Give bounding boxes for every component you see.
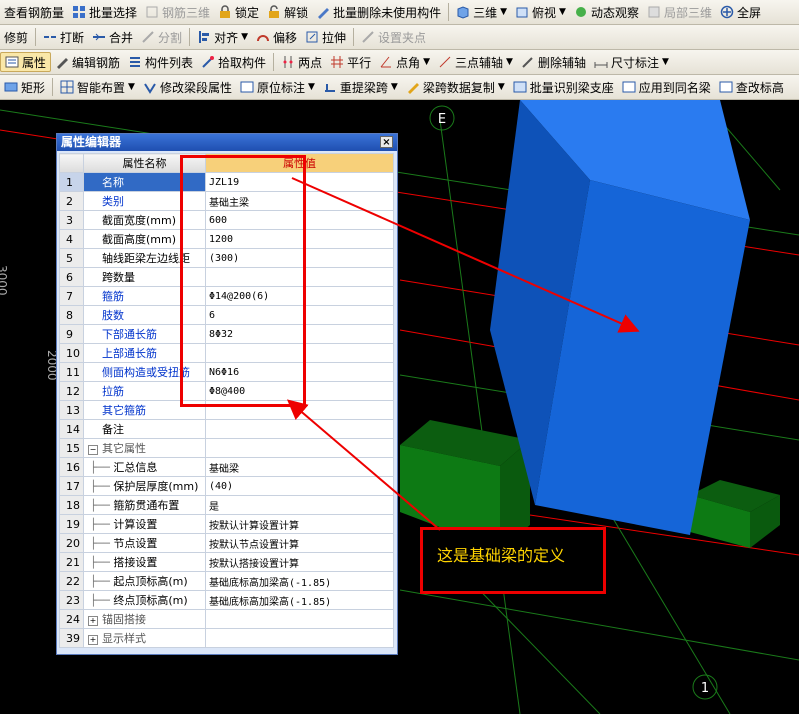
arrow-to-table: [286, 399, 441, 531]
arrow-to-beam: [291, 177, 640, 333]
annotation-arrows: [286, 177, 640, 531]
